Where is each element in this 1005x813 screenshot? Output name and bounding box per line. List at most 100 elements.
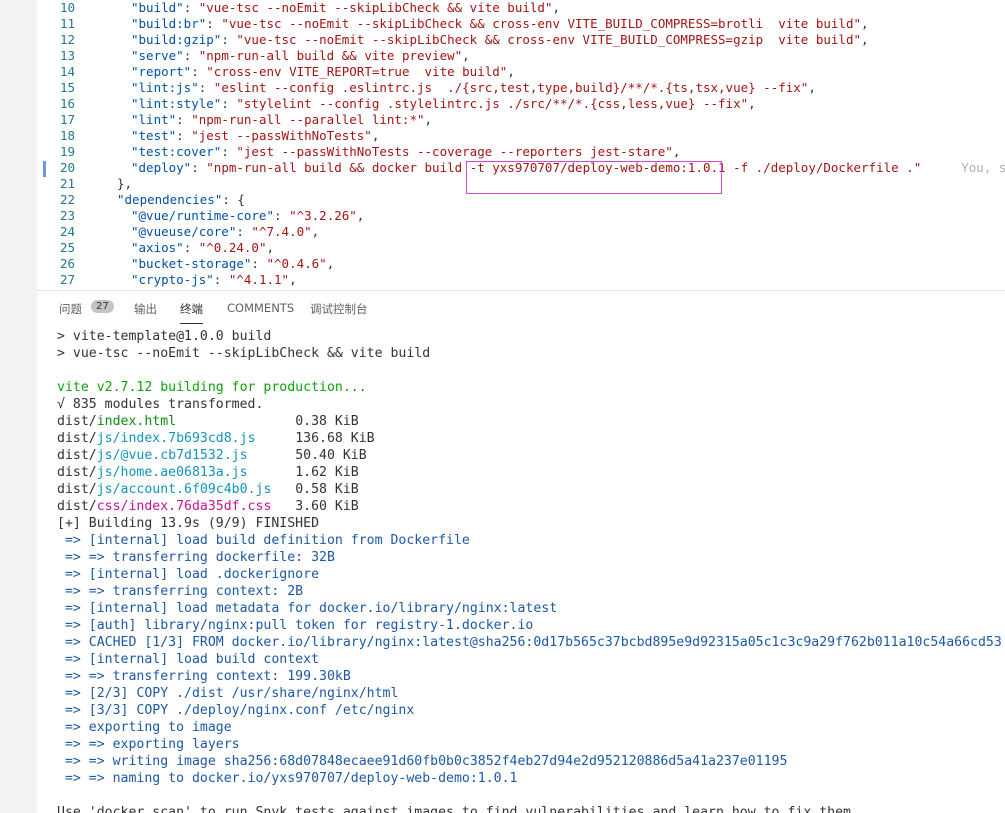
json-value: "npm-run-all build && vite preview" [198,48,463,63]
line-number: 14 [59,64,75,79]
terminal-line: Use 'docker scan' to run Snyk tests agai… [57,805,851,813]
terminal-line: > vite-template@1.0.0 build [57,329,272,344]
line-number: 24 [59,224,75,239]
terminal-line: => => transferring dockerfile: 32B [57,550,335,565]
terminal-line: vite v2.7.12 building for production... [57,380,367,395]
json-comma: , [748,96,756,111]
terminal-line: dist/index.html 0.38 KiB [57,414,359,429]
terminal-output[interactable]: > vite-template@1.0.0 build > vue-tsc --n… [37,328,1005,813]
terminal-line: => [2/3] COPY ./dist /usr/share/nginx/ht… [57,686,399,701]
terminal-line: => [internal] load .dockerignore [57,567,320,582]
line-number: 17 [59,112,75,127]
line-code: "lint": "npm-run-all --parallel lint:*", [131,112,433,127]
tab-problems[interactable]: 问题 [59,301,82,317]
terminal-line: => CACHED [1/3] FROM docker.io/library/n… [57,635,1002,650]
tab-debug-console[interactable]: 调试控制台 [310,301,368,317]
json-value: "^4.1.1" [228,272,290,287]
line-number: 25 [59,240,75,255]
json-comma: , [266,240,275,255]
terminal-line: => => transferring context: 199.30kB [57,669,351,684]
json-value: "^3.2.26" [289,208,357,223]
line-code: "report": "cross-env VITE_REPORT=true vi… [131,64,515,79]
line-number: 22 [59,192,75,207]
line-number: 21 [59,176,75,191]
tab-terminal[interactable]: 终端 [180,301,203,324]
terminal-line: dist/js/home.ae06813a.js 1.62 KiB [57,465,359,480]
json-key: "@vueuse/core" [131,224,237,239]
json-comma: , [356,208,365,223]
terminal-line: > vue-tsc --noEmit --skipLibCheck && vit… [57,346,431,361]
line-code: "test": "jest --passWithNoTests", [131,128,380,143]
line-code: "lint:style": "stylelint --config .style… [131,96,756,111]
tab-comments[interactable]: COMMENTS [227,301,294,315]
line-number: 12 [59,32,75,47]
terminal-line: => => exporting layers [57,737,240,752]
terminal-line: => [internal] load build definition from… [57,533,470,548]
line-number: 16 [59,96,75,111]
line-code: "build:gzip": "vue-tsc --noEmit --skipLi… [131,32,869,47]
line-code: "@vue/runtime-core": "^3.2.26", [131,208,365,223]
terminal-line: √ 835 modules transformed. [57,397,264,412]
terminal-line: dist/js/@vue.cb7d1532.js 50.40 KiB [57,448,367,463]
json-comma: , [371,128,380,143]
json-comma: , [507,64,515,79]
terminal-line: => => writing image sha256:68d07848ecaee… [57,754,788,769]
line-number: 18 [59,128,75,143]
json-comma: , [289,272,297,287]
json-value: }, [117,176,133,191]
line-code: "serve": "npm-run-all build && vite prev… [131,48,470,63]
line-number: 10 [59,0,75,15]
json-key: "test:cover" [131,144,222,159]
line-number: 13 [59,48,75,63]
json-key: "serve" [131,48,184,63]
json-key: "bucket-storage" [131,256,252,271]
terminal-line: => [3/3] COPY ./deploy/nginx.conf /etc/n… [57,703,415,718]
line-number: 11 [59,16,75,31]
terminal-line: => [auth] library/nginx:pull token for r… [57,618,534,633]
json-key: "crypto-js" [131,272,214,287]
code-editor[interactable]: 10 "build": "vue-tsc --noEmit --skipLibCh… [37,0,1005,290]
line-code: "test:cover": "jest --passWithNoTests --… [131,144,681,159]
terminal-line: dist/css/index.76da35df.css 3.60 KiB [57,499,359,514]
json-value: "eslint --config .eslintrc.js ./{src,tes… [213,80,809,95]
json-key: "axios" [131,240,184,255]
json-comma: , [861,16,869,31]
json-key: "test" [131,128,177,143]
json-key: "lint:js" [131,80,199,95]
line-code: "@vueuse/core": "^7.4.0", [131,224,320,239]
json-value: "^0.4.6" [266,256,327,271]
json-key: "build" [131,0,184,15]
line-number: 19 [59,144,75,159]
json-comma: , [326,256,335,271]
json-key: "report" [131,64,192,79]
activity-bar [0,0,37,813]
terminal-line: => exporting to image [57,720,232,735]
json-comma: , [311,224,320,239]
json-comma: , [672,144,681,159]
json-value: "cross-env VITE_REPORT=true vite build" [206,64,508,79]
json-value: "vue-tsc --noEmit --skipLibCheck && vite… [198,0,553,15]
json-value: "^0.24.0" [198,240,267,255]
json-key: "lint" [131,112,177,127]
line-code: }, [117,176,132,192]
terminal-line: => => transferring context: 2B [57,584,304,599]
line-code: "dependencies": { [117,192,245,207]
terminal-line: dist/js/index.7b693cd8.js 136.68 KiB [57,431,375,446]
json-comma: , [861,32,869,47]
tab-output[interactable]: 输出 [134,301,157,317]
line-number: 15 [59,80,75,95]
json-key: "deploy" [131,160,192,175]
terminal-line: => => naming to docker.io/yxs970707/depl… [57,771,518,786]
json-value: "jest --passWithNoTests --coverage --rep… [236,144,673,159]
line-number: 23 [59,208,75,223]
json-comma: , [808,80,816,95]
json-value: "npm-run-all --parallel lint:*" [191,112,425,127]
json-key: "lint:style" [131,96,222,111]
json-value: "jest --passWithNoTests" [191,128,372,143]
line-code: "bucket-storage": "^0.4.6", [131,256,335,271]
annotation-highlight-box [466,161,722,194]
terminal-line: [+] Building 13.9s (9/9) FINISHED [57,516,320,531]
line-code: "crypto-js": "^4.1.1", [131,272,297,287]
modified-line-indicator [43,161,46,177]
terminal-line: dist/js/account.6f09c4b0.js 0.58 KiB [57,482,359,497]
